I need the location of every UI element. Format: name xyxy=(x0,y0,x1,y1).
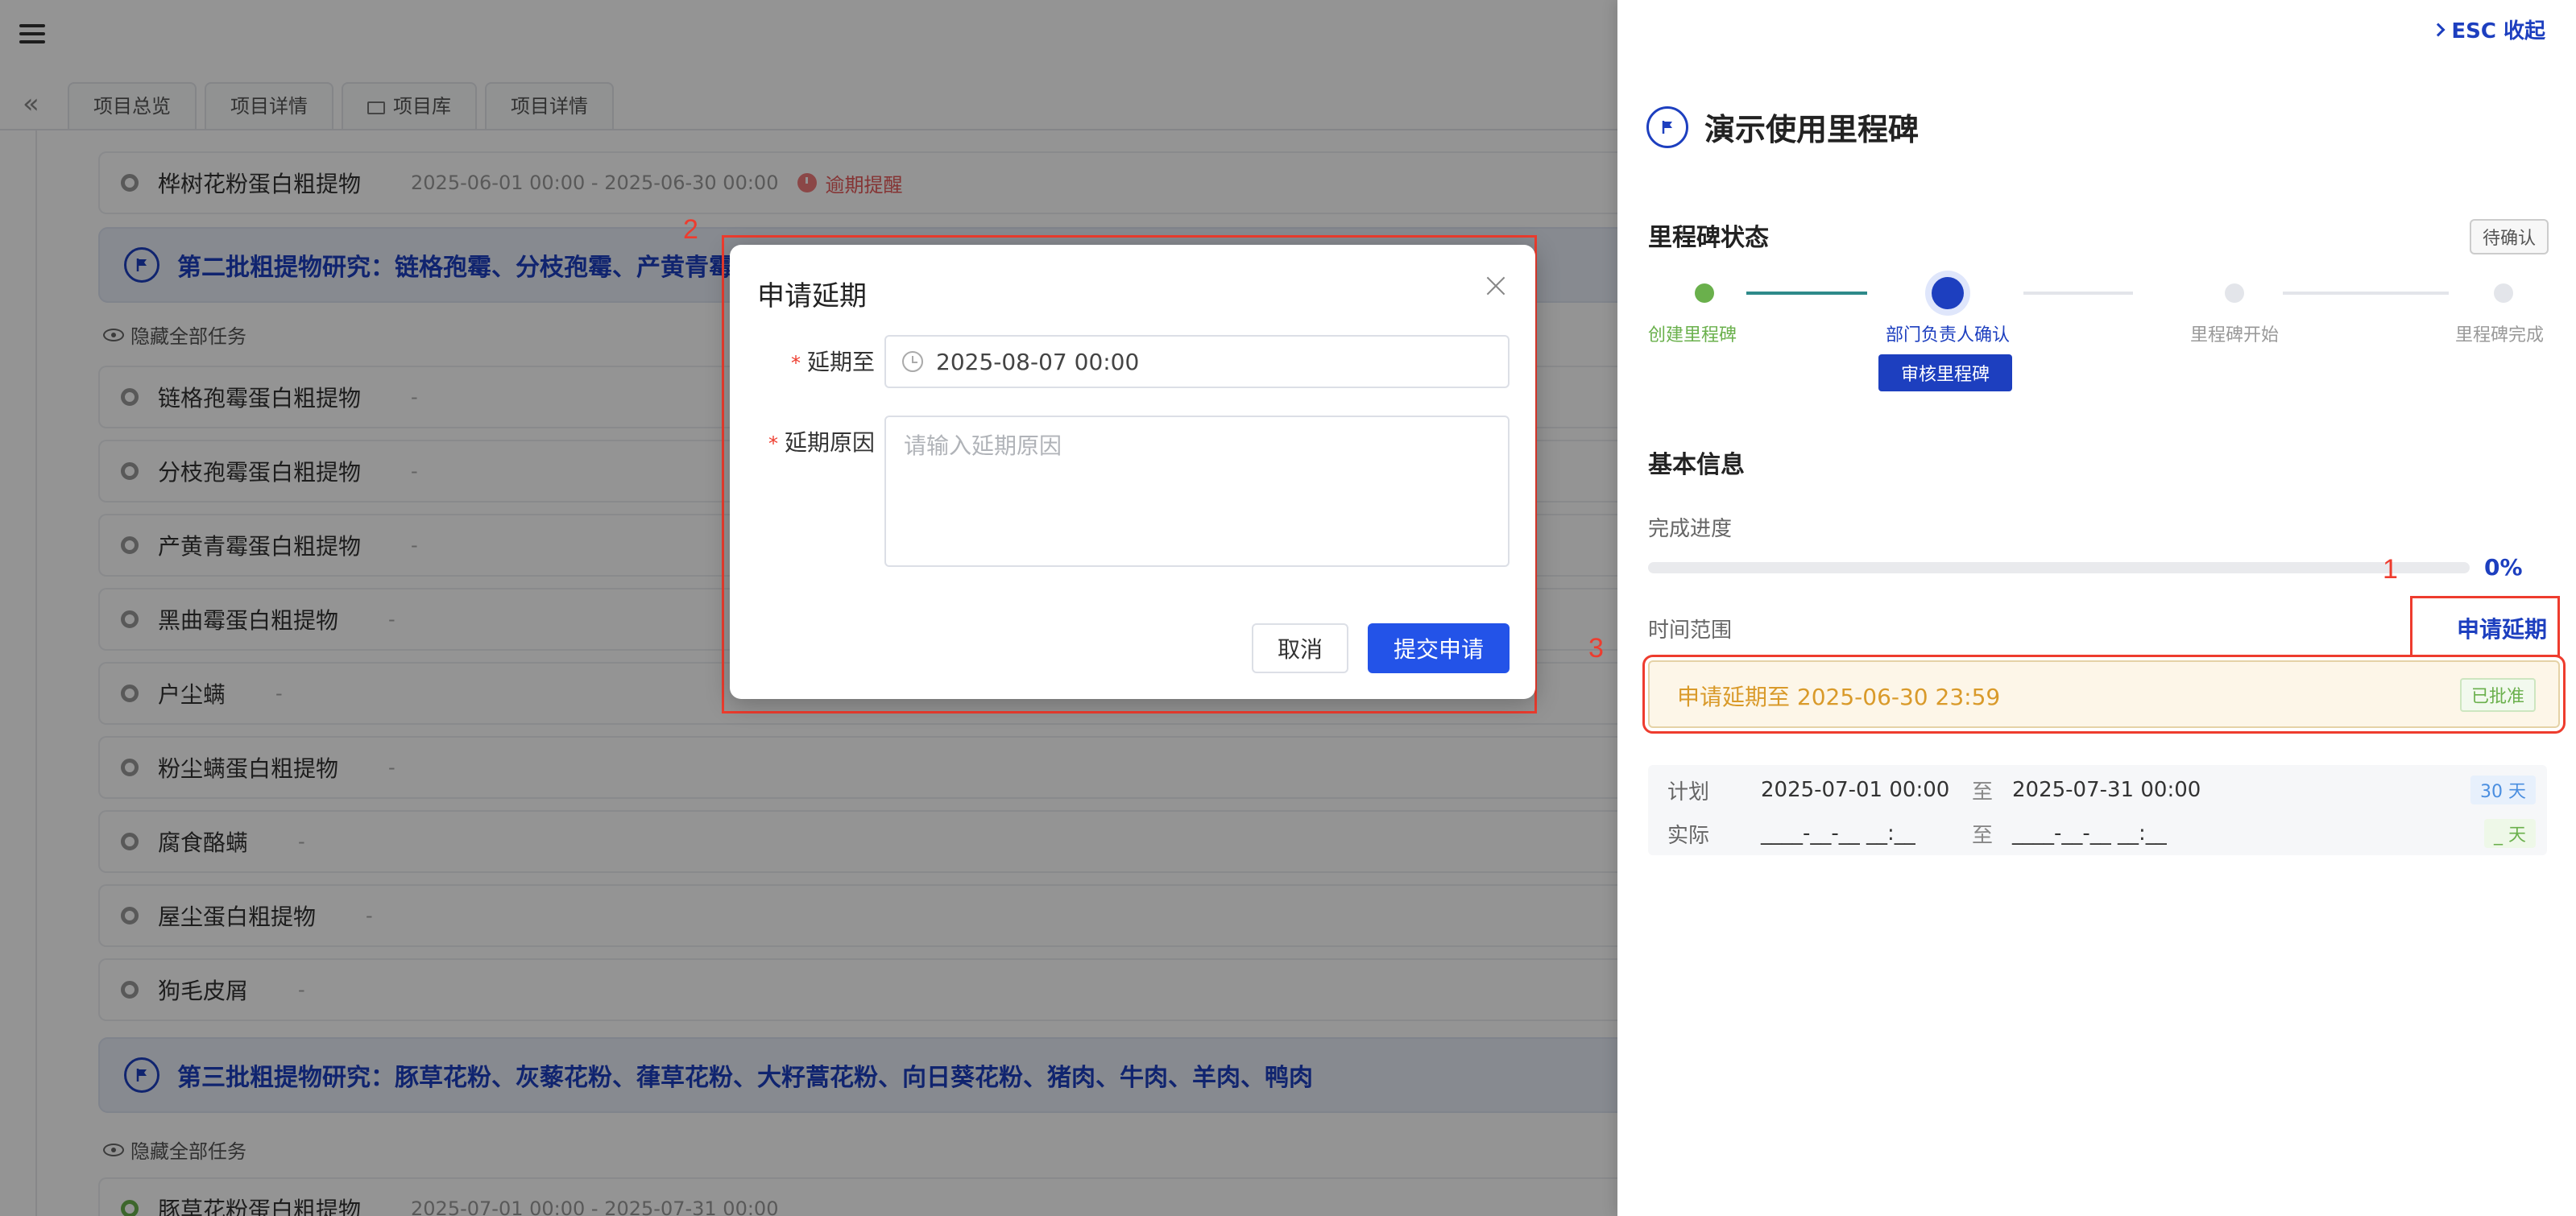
time-range-label: 时间范围 xyxy=(1648,618,1733,643)
plan-to: 至 xyxy=(1972,780,1994,804)
chevron-right-icon xyxy=(2431,23,2446,36)
step-connector xyxy=(2283,292,2449,295)
label-text: 延期至 xyxy=(806,349,875,375)
extension-text: 申请延期至 2025-06-30 23:59 xyxy=(1677,684,2001,710)
step-connector xyxy=(2023,292,2133,295)
actual-start: ____-__-__ __:__ xyxy=(1761,821,1915,846)
progress-label: 完成进度 xyxy=(1648,517,1733,541)
step-label: 创建里程碑 xyxy=(1648,325,1737,345)
plan-row: 计划 2025-07-01 00:00 至 2025-07-31 00:00 3… xyxy=(1648,768,2547,812)
flag-icon xyxy=(1646,105,1688,148)
dialog-title: 申请延期 xyxy=(757,280,867,312)
actual-end: ____-__-__ __:__ xyxy=(2012,821,2167,846)
time-table: 计划 2025-07-01 00:00 至 2025-07-31 00:00 3… xyxy=(1648,765,2547,855)
milestone-detail-panel: ESC 收起 演示使用里程碑 里程碑状态 待确认 创建里程碑 部门负责人确认 里… xyxy=(1588,0,2576,1216)
submit-button[interactable]: 提交申请 xyxy=(1368,623,1510,673)
date-value: 2025-08-07 00:00 xyxy=(936,348,1140,375)
extension-record: 申请延期至 2025-06-30 23:59 已批准 xyxy=(1642,655,2566,734)
actual-row: 实际 ____-__-__ __:__ 至 ____-__-__ __:__ _… xyxy=(1648,812,2547,855)
panel-title: 演示使用里程碑 xyxy=(1646,105,1919,149)
apply-extension-link[interactable]: 申请延期 xyxy=(2457,612,2547,644)
annotation-number: 2 xyxy=(683,214,698,245)
step-connector xyxy=(1746,292,1867,295)
reason-textarea[interactable] xyxy=(884,416,1510,567)
extension-dialog: 申请延期 *延期至 2025-08-07 00:00 *延期原因 取消 提交申请 xyxy=(730,245,1535,699)
clock-icon xyxy=(902,351,923,372)
status-section-title: 里程碑状态 xyxy=(1648,224,1769,252)
step-label: 部门负责人确认 xyxy=(1885,325,2010,345)
reason-label: * 延期原因 xyxy=(730,425,875,457)
step-dot-pending xyxy=(2494,283,2513,303)
step-dot-current xyxy=(1932,277,1964,309)
basic-info-title: 基本信息 xyxy=(1648,451,1745,479)
collapse-panel-button[interactable]: ESC 收起 xyxy=(2431,14,2545,44)
extend-date-picker[interactable]: 2025-08-07 00:00 xyxy=(884,335,1510,388)
annotation-number: 3 xyxy=(1588,633,1604,664)
step-dot-pending xyxy=(2225,283,2244,303)
collapse-label: ESC 收起 xyxy=(2451,19,2545,43)
required-mark: * xyxy=(768,432,778,455)
progress-percent: 0% xyxy=(2484,554,2523,581)
extend-to-label: * 延期至 xyxy=(730,345,875,377)
project-page: « 项目总览 项目详情 项目库 项目详情 桦树花粉蛋白粗提物 2025-06-0… xyxy=(0,0,1617,1216)
progress-bar xyxy=(1648,562,2470,573)
actual-days-badge: _ 天 xyxy=(2484,819,2536,848)
milestone-title: 演示使用里程碑 xyxy=(1704,112,1920,147)
review-milestone-button[interactable]: 审核里程碑 xyxy=(1878,354,2012,391)
approved-badge: 已批准 xyxy=(2459,678,2536,712)
step-label: 里程碑开始 xyxy=(2189,325,2279,345)
plan-label: 计划 xyxy=(1667,780,1710,804)
annotation-number: 1 xyxy=(2383,554,2398,585)
plan-days-badge: 30 天 xyxy=(2470,776,2536,804)
step-label: 里程碑完成 xyxy=(2454,325,2544,345)
actual-to: 至 xyxy=(1972,823,1994,848)
status-badge: 待确认 xyxy=(2469,219,2549,254)
close-icon[interactable] xyxy=(1484,274,1508,298)
step-dot-done xyxy=(1695,283,1714,303)
plan-start: 2025-07-01 00:00 xyxy=(1761,778,1950,802)
actual-label: 实际 xyxy=(1667,823,1710,848)
required-mark: * xyxy=(790,352,801,374)
label-text: 延期原因 xyxy=(784,429,875,456)
plan-end: 2025-07-31 00:00 xyxy=(2012,778,2201,802)
cancel-button[interactable]: 取消 xyxy=(1252,623,1348,673)
